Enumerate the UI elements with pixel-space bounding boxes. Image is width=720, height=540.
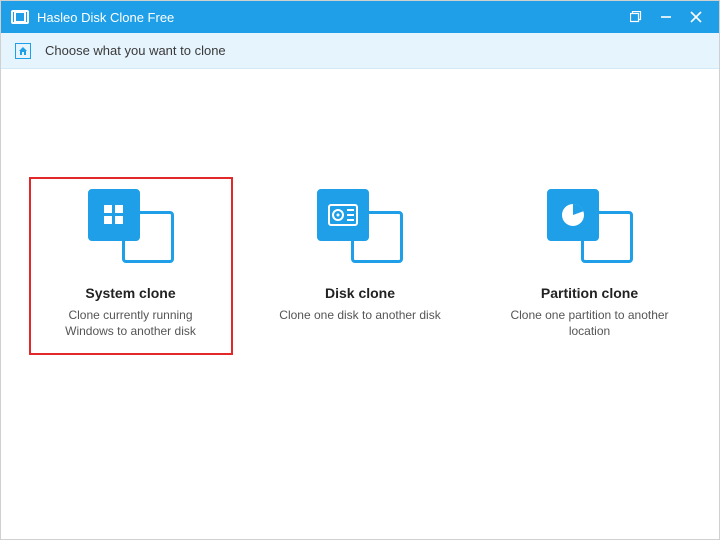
subheader-text: Choose what you want to clone — [45, 43, 226, 58]
partition-clone-icon — [547, 189, 633, 263]
app-icon — [11, 10, 29, 24]
disk-clone-icon — [317, 189, 403, 263]
system-clone-title: System clone — [39, 285, 223, 301]
titlebar: Hasleo Disk Clone Free — [1, 1, 719, 33]
system-clone-desc: Clone currently running Windows to anoth… — [39, 307, 223, 339]
disk-clone-option[interactable]: Disk clone Clone one disk to another dis… — [260, 179, 460, 337]
close-button[interactable] — [681, 1, 711, 33]
partition-clone-title: Partition clone — [498, 285, 682, 301]
subheader: Choose what you want to clone — [1, 33, 719, 69]
app-title: Hasleo Disk Clone Free — [37, 10, 621, 25]
system-clone-option[interactable]: System clone Clone currently running Win… — [31, 179, 231, 353]
minimize-button[interactable] — [651, 1, 681, 33]
system-clone-icon — [88, 189, 174, 263]
main-content: System clone Clone currently running Win… — [1, 69, 719, 353]
disk-clone-desc: Clone one disk to another disk — [268, 307, 452, 323]
home-icon[interactable] — [15, 43, 31, 59]
restore-down-button[interactable] — [621, 1, 651, 33]
partition-clone-option[interactable]: Partition clone Clone one partition to a… — [490, 179, 690, 353]
partition-clone-desc: Clone one partition to another location — [498, 307, 682, 339]
disk-clone-title: Disk clone — [268, 285, 452, 301]
